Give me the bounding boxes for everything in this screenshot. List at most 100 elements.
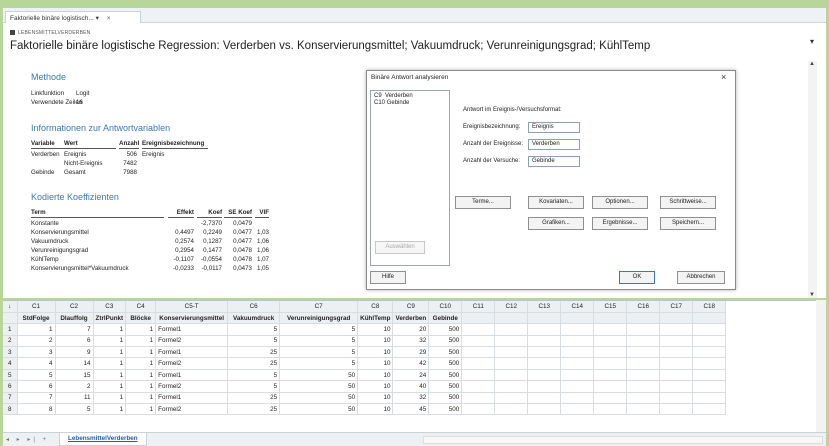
row-number[interactable]: 4: [3, 357, 18, 370]
worksheet-cell[interactable]: [527, 323, 562, 336]
worksheet-cell[interactable]: 5: [227, 369, 281, 382]
worksheet-cell[interactable]: 7: [55, 323, 94, 336]
worksheet-cell[interactable]: [593, 335, 628, 348]
worksheet-cell[interactable]: 5: [279, 323, 359, 336]
column-name[interactable]: [593, 312, 628, 325]
worksheet-cell[interactable]: 500: [428, 335, 463, 348]
worksheet-cell[interactable]: 500: [428, 392, 463, 405]
column-id[interactable]: C14: [560, 301, 595, 313]
column-name[interactable]: KühlTemp: [357, 312, 394, 325]
column-id[interactable]: C13: [527, 301, 562, 313]
worksheet-cell[interactable]: [659, 335, 694, 348]
row-number[interactable]: 6: [3, 380, 18, 393]
ok-button[interactable]: OK: [619, 271, 655, 284]
row-number[interactable]: 5: [3, 369, 18, 382]
worksheet-cell[interactable]: [461, 346, 496, 359]
column-id[interactable]: C9: [392, 301, 430, 313]
worksheet-cell[interactable]: [494, 380, 529, 393]
scroll-down-icon[interactable]: ▼: [809, 292, 815, 298]
worksheet-cell[interactable]: [494, 392, 529, 405]
worksheet-cell[interactable]: 1: [93, 357, 127, 370]
column-id[interactable]: C17: [659, 301, 694, 313]
worksheet-cell[interactable]: 5: [227, 380, 281, 393]
worksheet-cell[interactable]: Formel2: [155, 335, 229, 348]
column-name[interactable]: [527, 312, 562, 325]
tab-close-icon[interactable]: ×: [107, 15, 111, 22]
event-name-field[interactable]: Ereignis: [528, 122, 580, 133]
worksheet-cell[interactable]: [461, 323, 496, 336]
worksheet-cell[interactable]: [461, 403, 496, 416]
worksheet-cell[interactable]: 1: [125, 380, 157, 393]
worksheet-cell[interactable]: Formel1: [155, 392, 229, 405]
worksheet-cell[interactable]: 500: [428, 357, 463, 370]
worksheet-scrollbar[interactable]: [816, 300, 826, 432]
worksheet-cell[interactable]: [692, 392, 727, 405]
column-name[interactable]: [560, 312, 595, 325]
worksheet-cell[interactable]: 1: [93, 323, 127, 336]
worksheet-cell[interactable]: 3: [17, 346, 56, 359]
column-id[interactable]: C8: [357, 301, 394, 313]
worksheet-cell[interactable]: [461, 335, 496, 348]
worksheet-cell[interactable]: [659, 323, 694, 336]
corner-cell[interactable]: ↓: [3, 301, 18, 313]
worksheet-cell[interactable]: [494, 335, 529, 348]
column-name[interactable]: [692, 312, 727, 325]
worksheet-cell[interactable]: 5: [55, 403, 94, 416]
column-name[interactable]: [494, 312, 529, 325]
worksheet-cell[interactable]: [626, 369, 661, 382]
list-item[interactable]: C10 Gebinde: [374, 100, 409, 106]
worksheet-cell[interactable]: [560, 392, 595, 405]
worksheet-cell[interactable]: 5: [227, 335, 281, 348]
worksheet-cell[interactable]: [560, 369, 595, 382]
worksheet-cell[interactable]: 32: [392, 392, 430, 405]
cancel-button[interactable]: Abbrechen: [677, 271, 725, 284]
stepwise-button[interactable]: Schrittweise...: [660, 196, 716, 209]
worksheet-cell[interactable]: [692, 403, 727, 416]
covariates-button[interactable]: Kovariaten...: [528, 196, 584, 209]
worksheet-cell[interactable]: [626, 403, 661, 416]
worksheet-cell[interactable]: 7: [17, 392, 56, 405]
worksheet-cell[interactable]: 10: [357, 380, 394, 393]
worksheet-cell[interactable]: 4: [17, 357, 56, 370]
worksheet-cell[interactable]: 15: [55, 369, 94, 382]
worksheet-cell[interactable]: 9: [55, 346, 94, 359]
worksheet-cell[interactable]: [659, 357, 694, 370]
worksheet-cell[interactable]: 1: [17, 323, 56, 336]
worksheet-cell[interactable]: 500: [428, 346, 463, 359]
worksheet-cell[interactable]: 32: [392, 335, 430, 348]
column-id[interactable]: C16: [626, 301, 661, 313]
worksheet-cell[interactable]: Formel1: [155, 369, 229, 382]
variable-list[interactable]: C9 Verderben C10 Gebinde: [370, 90, 450, 266]
worksheet-cell[interactable]: 25: [227, 346, 281, 359]
worksheet-cell[interactable]: [560, 403, 595, 416]
worksheet-cell[interactable]: [692, 357, 727, 370]
worksheet-cell[interactable]: 5: [17, 369, 56, 382]
worksheet-cell[interactable]: [527, 369, 562, 382]
tab-pin-icon[interactable]: ▾: [96, 15, 99, 22]
close-icon[interactable]: ×: [721, 72, 726, 82]
worksheet-cell[interactable]: [593, 392, 628, 405]
horizontal-scrollbar[interactable]: [423, 436, 823, 444]
worksheet-cell[interactable]: 1: [125, 335, 157, 348]
row-number[interactable]: 1: [3, 323, 18, 336]
worksheet-cell[interactable]: [692, 335, 727, 348]
worksheet-cell[interactable]: Formel1: [155, 323, 229, 336]
worksheet-cell[interactable]: 10: [357, 369, 394, 382]
worksheet-cell[interactable]: 1: [125, 392, 157, 405]
add-sheet-icon[interactable]: +: [43, 437, 50, 443]
worksheet-cell[interactable]: [461, 369, 496, 382]
scroll-up-icon[interactable]: ▲: [809, 61, 815, 67]
worksheet-cell[interactable]: [692, 323, 727, 336]
worksheet-cell[interactable]: [626, 380, 661, 393]
storage-button[interactable]: Speichern...: [660, 217, 716, 230]
worksheet-cell[interactable]: [560, 323, 595, 336]
worksheet-cell[interactable]: 50: [279, 392, 359, 405]
column-id[interactable]: C10: [428, 301, 463, 313]
worksheet-cell[interactable]: [593, 369, 628, 382]
worksheet-cell[interactable]: [494, 323, 529, 336]
worksheet-cell[interactable]: 10: [357, 335, 394, 348]
column-id[interactable]: C5-T: [155, 301, 229, 313]
worksheet-cell[interactable]: [593, 403, 628, 416]
worksheet-cell[interactable]: 10: [357, 323, 394, 336]
worksheet-cell[interactable]: [560, 380, 595, 393]
